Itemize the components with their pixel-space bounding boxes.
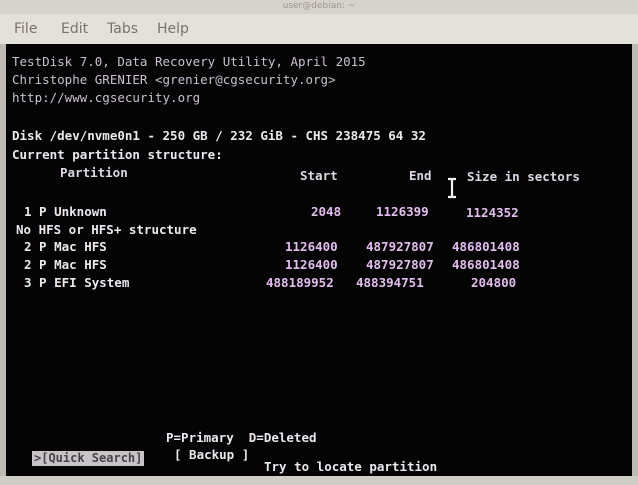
partition-row-end: 1126399 <box>376 204 429 219</box>
menu-bar: File Edit Tabs Help <box>0 14 638 44</box>
author-line: Christophe GRENIER <grenier@cgsecurity.o… <box>12 72 336 87</box>
partition-row-message: No HFS or HFS+ structure <box>16 222 197 237</box>
menu-tabs[interactable]: Tabs <box>107 21 138 37</box>
terminal-window[interactable]: TestDisk 7.0, Data Recovery Utility, Apr… <box>6 44 632 476</box>
partition-row-end: 488394751 <box>356 275 424 290</box>
website-line: http://www.cgsecurity.org <box>12 90 201 105</box>
partition-row-size: 1124352 <box>466 205 519 220</box>
hint-text: Try to locate partition <box>264 459 438 474</box>
text-cursor-icon <box>448 177 456 199</box>
partition-row-size: 486801408 <box>452 239 520 254</box>
partition-row-end: 487927807 <box>366 239 434 254</box>
window-title: user@debian: ~ <box>282 1 356 11</box>
legend-text: P=Primary D=Deleted <box>166 430 317 445</box>
partition-row-size: 486801408 <box>452 257 520 272</box>
column-partition: Partition <box>60 165 128 180</box>
partition-row-label[interactable]: 2 P Mac HFS <box>24 257 107 272</box>
backup-button[interactable]: [ Backup ] <box>174 447 249 462</box>
partition-row-label[interactable]: 3 P EFI System <box>24 275 129 290</box>
partition-row-start: 488189952 <box>266 275 334 290</box>
partition-row-size: 204800 <box>471 275 517 290</box>
disk-info-line: Disk /dev/nvme0n1 - 250 GB / 232 GiB - C… <box>12 128 426 143</box>
partition-row-start: 2048 <box>311 204 342 219</box>
quick-search-button[interactable]: >[Quick Search] <box>32 451 145 466</box>
partition-row-label[interactable]: 1 P Unknown <box>24 204 107 219</box>
structure-title: Current partition structure: <box>12 147 223 162</box>
column-size: Size in sectors <box>467 169 580 184</box>
screen-bezel <box>0 476 638 485</box>
menu-edit[interactable]: Edit <box>61 21 88 37</box>
app-title-line: TestDisk 7.0, Data Recovery Utility, Apr… <box>12 54 366 69</box>
column-end: End <box>409 168 432 183</box>
menu-help[interactable]: Help <box>157 21 189 37</box>
photographed-screen: user@debian: ~ File Edit Tabs Help TestD… <box>0 0 638 485</box>
menu-file[interactable]: File <box>14 21 37 37</box>
partition-row-label[interactable]: 2 P Mac HFS <box>24 239 107 254</box>
partition-row-start: 1126400 <box>285 239 338 254</box>
partition-row-start: 1126400 <box>285 257 338 272</box>
window-titlebar: user@debian: ~ <box>0 0 638 14</box>
partition-row-end: 487927807 <box>366 257 434 272</box>
column-start: Start <box>300 168 338 183</box>
